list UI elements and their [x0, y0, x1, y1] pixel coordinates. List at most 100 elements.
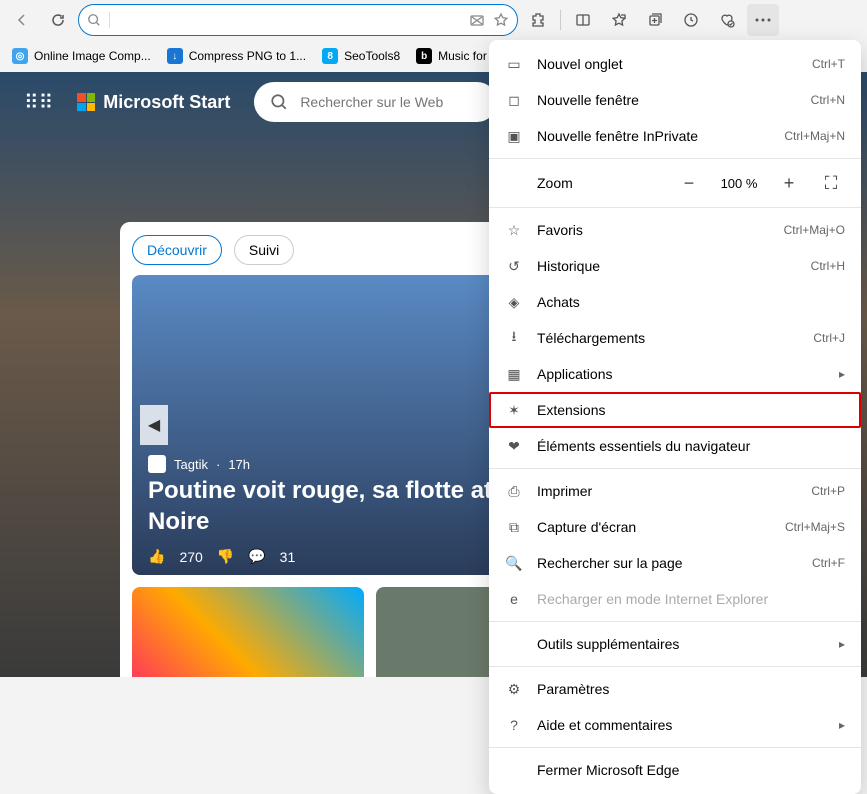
menu-downloads[interactable]: ⭳ Téléchargements Ctrl+J	[489, 320, 861, 356]
help-icon: ?	[505, 717, 523, 733]
story-age: 17h	[228, 457, 250, 472]
history-icon[interactable]	[675, 4, 707, 36]
source-name: Tagtik	[174, 457, 208, 472]
puzzle-icon: ✶	[505, 402, 523, 419]
bookmark-item[interactable]: b Music for	[410, 44, 493, 68]
chevron-right-icon: ▸	[839, 718, 845, 732]
bookmark-label: Compress PNG to 1...	[189, 49, 306, 63]
menu-extensions[interactable]: ✶ Extensions	[489, 392, 861, 428]
divider	[489, 747, 861, 748]
menu-find[interactable]: 🔍 Rechercher sur la page Ctrl+F	[489, 545, 861, 581]
bookmark-label: Music for	[438, 49, 487, 63]
split-screen-icon[interactable]	[567, 4, 599, 36]
like-count: 270	[179, 549, 202, 565]
collections-icon[interactable]	[639, 4, 671, 36]
new-window-icon: ◻	[505, 92, 523, 109]
browser-toolbar	[0, 0, 867, 40]
gear-icon: ⚙	[505, 681, 523, 698]
comment-icon[interactable]: 💬	[248, 548, 265, 565]
inprivate-icon: ▣	[505, 128, 523, 145]
new-tab-icon: ▭	[505, 56, 523, 73]
menu-new-inprivate[interactable]: ▣ Nouvelle fenêtre InPrivate Ctrl+Maj+N	[489, 118, 861, 154]
bookmark-item[interactable]: ↓ Compress PNG to 1...	[161, 44, 312, 68]
menu-history[interactable]: ↺ Historique Ctrl+H	[489, 248, 861, 284]
divider	[560, 10, 561, 30]
like-icon[interactable]: 👍	[148, 548, 165, 565]
tab-follow[interactable]: Suivi	[234, 235, 294, 265]
back-button[interactable]	[6, 4, 38, 36]
app-launcher-icon[interactable]: ⠿⠿	[24, 90, 53, 115]
favorites-icon[interactable]	[603, 4, 635, 36]
story-source: Tagtik · 17h	[148, 455, 250, 473]
screenshot-icon: ⧉	[505, 519, 523, 536]
browser-essentials-icon[interactable]	[711, 4, 743, 36]
divider	[489, 158, 861, 159]
divider	[489, 468, 861, 469]
ie-icon: e	[505, 591, 523, 607]
zoom-in-button[interactable]: +	[775, 169, 803, 197]
prev-arrow-icon[interactable]: ◀	[140, 405, 168, 445]
favicon: ↓	[167, 48, 183, 64]
menu-screenshot[interactable]: ⧉ Capture d'écran Ctrl+Maj+S	[489, 509, 861, 545]
source-favicon	[148, 455, 166, 473]
star-icon: ☆	[505, 222, 523, 239]
comment-count: 31	[280, 549, 296, 565]
tracking-icon[interactable]	[469, 12, 485, 28]
menu-apps[interactable]: ▦ Applications ▸	[489, 356, 861, 392]
bullet: ·	[216, 457, 220, 472]
menu-help[interactable]: ? Aide et commentaires ▸	[489, 707, 861, 743]
heartbeat-icon: ❤	[505, 438, 523, 455]
search-icon	[87, 13, 101, 27]
engagement-bar: 👍 270 👎 💬 31	[148, 548, 295, 565]
favicon: b	[416, 48, 432, 64]
refresh-button[interactable]	[42, 4, 74, 36]
web-search-box[interactable]	[254, 82, 497, 122]
zoom-out-button[interactable]: −	[675, 169, 703, 197]
divider	[489, 666, 861, 667]
menu-close-browser[interactable]: Fermer Microsoft Edge	[489, 752, 861, 788]
bookmark-label: SeoTools8	[344, 49, 400, 63]
menu-more-tools[interactable]: Outils supplémentaires ▸	[489, 626, 861, 662]
bookmark-label: Online Image Comp...	[34, 49, 151, 63]
menu-essentials[interactable]: ❤ Éléments essentiels du navigateur	[489, 428, 861, 464]
menu-favorites[interactable]: ☆ Favoris Ctrl+Maj+O	[489, 212, 861, 248]
web-search-input[interactable]	[300, 94, 481, 110]
menu-print[interactable]: ⎙ Imprimer Ctrl+P	[489, 473, 861, 509]
divider	[489, 207, 861, 208]
settings-menu-button[interactable]	[747, 4, 779, 36]
favicon: 8	[322, 48, 338, 64]
address-bar[interactable]	[78, 4, 518, 36]
microsoft-logo-icon	[77, 93, 95, 111]
menu-new-window[interactable]: ◻ Nouvelle fenêtre Ctrl+N	[489, 82, 861, 118]
search-icon: 🔍	[505, 555, 523, 572]
favorite-star-icon[interactable]	[493, 12, 509, 28]
fullscreen-icon[interactable]: ⛶	[817, 169, 845, 197]
history-icon: ↺	[505, 258, 523, 275]
story-thumbnail[interactable]	[132, 587, 364, 677]
brand-logo[interactable]: Microsoft Start	[77, 92, 230, 113]
tab-discover[interactable]: Découvrir	[132, 235, 222, 265]
settings-menu: ▭ Nouvel onglet Ctrl+T ◻ Nouvelle fenêtr…	[489, 40, 861, 794]
menu-settings[interactable]: ⚙ Paramètres	[489, 671, 861, 707]
divider	[489, 621, 861, 622]
chevron-right-icon: ▸	[839, 367, 845, 381]
chevron-right-icon: ▸	[839, 637, 845, 651]
address-input[interactable]	[118, 12, 461, 28]
menu-ie-reload: e Recharger en mode Internet Explorer	[489, 581, 861, 617]
menu-zoom: Zoom − 100 % + ⛶	[489, 163, 861, 203]
print-icon: ⎙	[505, 483, 523, 500]
search-icon	[270, 93, 288, 111]
bookmark-item[interactable]: 8 SeoTools8	[316, 44, 406, 68]
divider	[109, 12, 110, 28]
zoom-value: 100 %	[717, 176, 761, 191]
menu-shopping[interactable]: ◈ Achats	[489, 284, 861, 320]
extensions-icon[interactable]	[522, 4, 554, 36]
zoom-label: Zoom	[537, 175, 661, 191]
favicon: ◎	[12, 48, 28, 64]
tag-icon: ◈	[505, 294, 523, 311]
apps-icon: ▦	[505, 366, 523, 383]
dislike-icon[interactable]: 👎	[217, 548, 234, 565]
menu-new-tab[interactable]: ▭ Nouvel onglet Ctrl+T	[489, 46, 861, 82]
bookmark-item[interactable]: ◎ Online Image Comp...	[6, 44, 157, 68]
brand-label: Microsoft Start	[103, 92, 230, 113]
